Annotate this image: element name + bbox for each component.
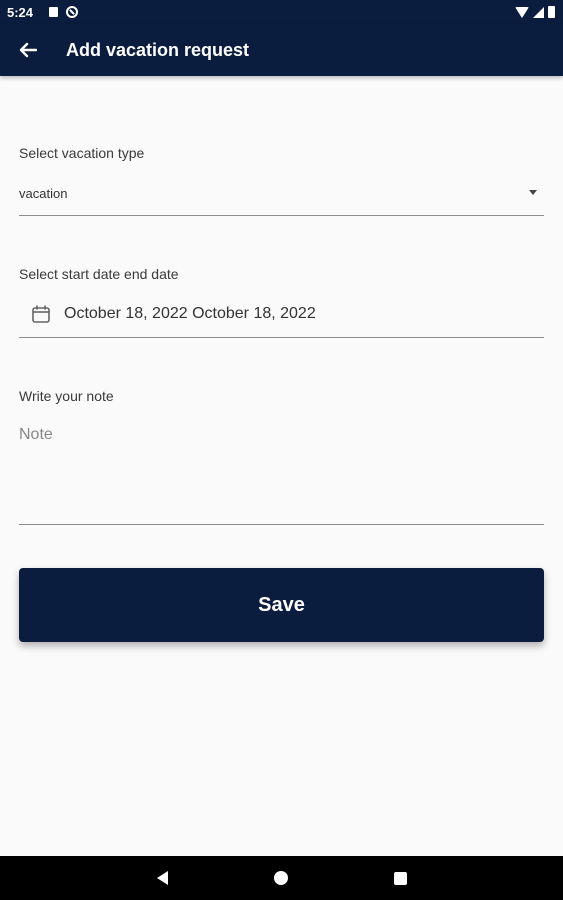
note-label: Write your note (19, 388, 114, 404)
page-title: Add vacation request (66, 39, 250, 60)
status-time: 5:24 (7, 4, 34, 20)
battery-icon (548, 6, 555, 18)
note-input[interactable] (19, 418, 544, 525)
status-bar: 5:24 (0, 0, 563, 24)
nav-recents-icon[interactable] (393, 871, 407, 885)
app-bar: Add vacation request (0, 24, 563, 76)
signal-icon (533, 6, 544, 18)
save-button[interactable]: Save (19, 568, 544, 642)
data-saver-icon (66, 6, 79, 18)
vacation-type-value: vacation (19, 186, 68, 201)
date-range-field[interactable]: October 18, 2022 October 18, 2022 (19, 296, 544, 338)
wifi-icon (515, 6, 529, 18)
vacation-type-label: Select vacation type (19, 145, 145, 161)
nav-home-icon[interactable] (273, 871, 288, 885)
date-range-label: Select start date end date (19, 266, 179, 282)
nav-back-icon[interactable] (156, 871, 168, 885)
vacation-type-dropdown[interactable]: vacation (19, 174, 544, 216)
calendar-icon (32, 305, 50, 323)
back-button[interactable] (0, 24, 56, 76)
dropdown-arrow-icon (529, 190, 537, 195)
arrow-left-icon (19, 42, 37, 58)
sd-card-icon (49, 7, 59, 17)
navigation-bar (0, 856, 563, 900)
date-range-value: October 18, 2022 October 18, 2022 (64, 305, 316, 322)
